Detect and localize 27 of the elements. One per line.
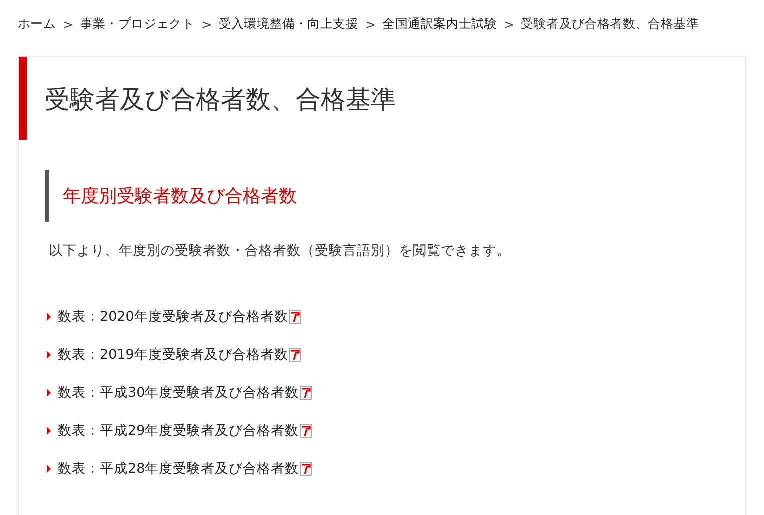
bullet-triangle-icon [47, 351, 51, 359]
bullet-triangle-icon [47, 389, 51, 397]
breadcrumb-link[interactable]: 事業・プロジェクト [80, 16, 195, 32]
pdf-link[interactable]: 数表：2020年度受験者及び合格者数 [58, 308, 288, 326]
breadcrumb-separator: > [202, 16, 212, 32]
pdf-icon [300, 424, 312, 438]
breadcrumb-current: 受験者及び合格者数、合格基準 [521, 16, 699, 32]
pdf-icon [300, 386, 312, 400]
bullet-triangle-icon [47, 465, 51, 473]
breadcrumb-link[interactable]: 受入環境整備・向上支援 [218, 16, 358, 32]
breadcrumb-link[interactable]: 全国通訳案内士試験 [382, 16, 497, 32]
section-description: 以下より、年度別の受験者数・合格者数（受験言語別）を閲覧できます。 [49, 242, 512, 260]
bullet-triangle-icon [47, 427, 51, 435]
page-title: 受験者及び合格者数、合格基準 [19, 57, 745, 140]
pdf-link[interactable]: 数表：平成30年度受験者及び合格者数 [58, 384, 300, 402]
section-heading: 年度別受験者数及び合格者数 [45, 170, 745, 222]
breadcrumb-separator: > [366, 16, 376, 32]
pdf-link[interactable]: 数表：平成29年度受験者及び合格者数 [58, 422, 300, 440]
breadcrumb-separator: > [63, 16, 74, 32]
pdf-link[interactable]: 数表：平成28年度受験者及び合格者数 [58, 460, 300, 478]
pdf-icon [300, 462, 312, 476]
breadcrumb-link[interactable]: ホーム [18, 16, 56, 32]
pdf-link[interactable]: 数表：2019年度受験者及び合格者数 [58, 346, 288, 364]
bullet-triangle-icon [47, 313, 51, 321]
pdf-icon [289, 348, 302, 362]
pdf-icon [289, 310, 302, 324]
breadcrumb-separator: > [504, 16, 514, 32]
